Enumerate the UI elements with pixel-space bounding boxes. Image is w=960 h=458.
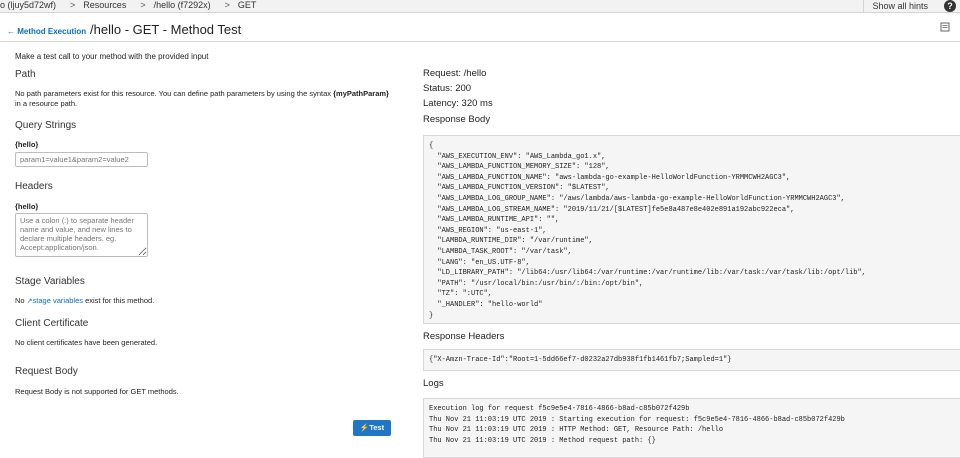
logs-title: Logs: [423, 378, 444, 389]
arrow-left-icon: ←: [7, 27, 15, 36]
path-desc-text: No path parameters exist for this resour…: [15, 89, 334, 98]
client-certificate-title: Client Certificate: [15, 318, 89, 329]
stage-variables-title: Stage Variables: [15, 276, 85, 287]
logs-block: Execution log for request f5c9e5e4-7816-…: [423, 398, 960, 458]
stage-variables-link[interactable]: stage variables: [33, 296, 83, 305]
response-body-block: { "AWS_EXECUTION_ENV": "AWS_Lambda_go1.x…: [423, 135, 960, 324]
headers-title: Headers: [15, 181, 53, 192]
headers-resource-label: {hello}: [15, 202, 39, 211]
show-all-hints-button[interactable]: Show all hints: [863, 0, 936, 12]
path-section-title: Path: [15, 69, 36, 80]
request-path: Request: /hello: [423, 68, 487, 79]
breadcrumb-separator: >: [224, 0, 230, 10]
response-body-title: Response Body: [423, 114, 491, 125]
breadcrumb-resource[interactable]: /hello (f7292x): [154, 0, 211, 10]
query-string-input[interactable]: [15, 152, 148, 167]
top-breadcrumb-bar: o (ljuy5d72wf) > Resources > /hello (f7292x)…: [0, 0, 960, 13]
response-latency: Latency: 320 ms: [423, 98, 493, 109]
query-resource-label: {hello}: [15, 140, 39, 149]
headers-textarea[interactable]: [15, 213, 148, 257]
back-link-label: Method Execution: [17, 27, 87, 36]
breadcrumb-separator: >: [70, 0, 76, 10]
help-icon[interactable]: ?: [944, 0, 956, 12]
response-headers-title: Response Headers: [423, 331, 505, 342]
breadcrumb-separator: >: [140, 0, 146, 10]
stage-variables-desc: No ↗stage variables exist for this metho…: [15, 296, 154, 307]
test-button[interactable]: ⚡Test: [353, 420, 391, 436]
breadcrumb-resources[interactable]: Resources: [83, 0, 126, 10]
book-icon[interactable]: [940, 22, 950, 32]
path-desc-text-2: in a resource path.: [15, 99, 78, 108]
breadcrumb: o (ljuy5d72wf) > Resources > /hello (f7292x)…: [0, 0, 262, 10]
test-button-label: Test: [369, 423, 385, 432]
stage-post-text: exist for this method.: [83, 296, 155, 305]
breadcrumb-method: GET: [237, 0, 257, 10]
lightning-icon: ⚡: [359, 423, 370, 432]
path-syntax: {myPathParam}: [333, 89, 389, 98]
response-status: Status: 200: [423, 83, 472, 94]
page-title: /hello - GET - Method Test: [90, 22, 242, 37]
response-headers-block: {"X-Amzn-Trace-Id":"Root=1-5dd66ef7-d023…: [423, 349, 960, 371]
breadcrumb-api[interactable]: o (ljuy5d72wf): [0, 0, 56, 10]
header-divider: [0, 41, 960, 42]
path-description: No path parameters exist for this resour…: [15, 89, 400, 109]
query-strings-title: Query Strings: [15, 120, 77, 131]
request-body-title: Request Body: [15, 366, 78, 377]
request-body-desc: Request Body is not supported for GET me…: [15, 387, 179, 396]
intro-text: Make a test call to your method with the…: [15, 52, 209, 61]
client-certificate-desc: No client certificates have been generat…: [15, 338, 158, 347]
stage-pre-text: No: [15, 296, 27, 305]
back-to-method-execution-link[interactable]: ← Method Execution: [7, 27, 86, 36]
